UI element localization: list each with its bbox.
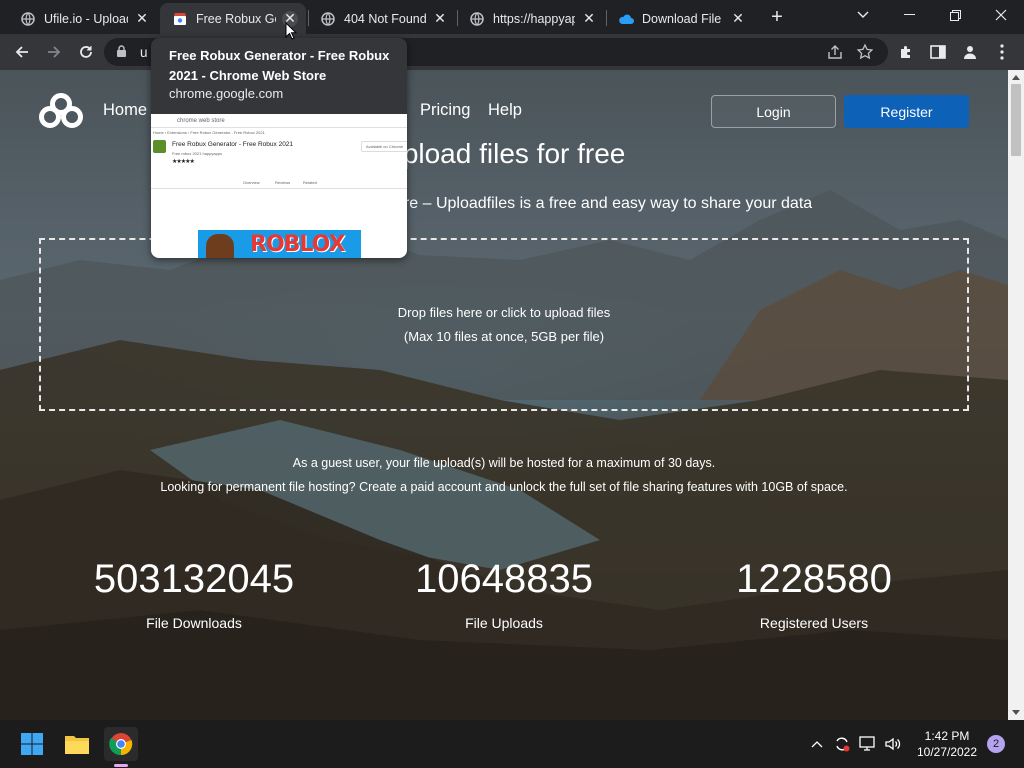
cloud-icon bbox=[618, 11, 634, 27]
windows-taskbar: 1:42 PM 10/27/2022 2 bbox=[0, 720, 1024, 768]
page-scrollbar[interactable] bbox=[1008, 70, 1024, 720]
stat-downloads-value: 503132045 bbox=[93, 557, 295, 601]
dropzone-limits: (Max 10 files at once, 5GB per file) bbox=[403, 329, 605, 344]
tab-title: Free Robux Generator - Free Robux 2021 -… bbox=[196, 11, 276, 26]
tab-title: 404 Not Found bbox=[344, 11, 426, 26]
chrome-web-store-icon bbox=[172, 11, 188, 27]
preview-divider bbox=[151, 188, 407, 189]
preview-divider bbox=[151, 127, 407, 128]
hover-card-title: Free Robux Generator - Free Robux 2021 -… bbox=[169, 48, 390, 83]
close-icon[interactable]: ✕ bbox=[730, 10, 746, 27]
clock-time: 1:42 PM bbox=[924, 729, 970, 743]
back-button[interactable] bbox=[8, 38, 36, 66]
url-text: u bbox=[140, 45, 148, 60]
nav-pricing[interactable]: Pricing bbox=[420, 101, 470, 120]
share-icon[interactable] bbox=[826, 43, 844, 66]
close-window-button[interactable] bbox=[978, 0, 1024, 30]
globe-icon bbox=[320, 11, 336, 27]
taskbar-clock[interactable]: 1:42 PM 10/27/2022 bbox=[912, 728, 982, 760]
clock-date: 10/27/2022 bbox=[916, 745, 978, 759]
preview-character-image bbox=[206, 234, 234, 258]
tab-404[interactable]: 404 Not Found ✕ bbox=[308, 3, 456, 34]
tab-ufile[interactable]: Ufile.io - Upload ✕ bbox=[8, 3, 158, 34]
tab-strip: Ufile.io - Upload ✕ Free Robux Generator… bbox=[0, 0, 1024, 34]
dropzone-instruction: Drop files here or click to upload files bbox=[397, 305, 611, 320]
globe-icon bbox=[469, 11, 485, 27]
preview-tab-overview: Overview bbox=[243, 180, 260, 185]
preview-store-label: chrome web store bbox=[177, 118, 225, 124]
reload-button[interactable] bbox=[72, 38, 100, 66]
ufile-logo[interactable] bbox=[38, 93, 84, 134]
new-tab-button[interactable]: + bbox=[766, 7, 788, 29]
file-explorer-icon[interactable] bbox=[61, 728, 93, 760]
preview-item-title: Free Robux Generator - Free Robux 2021 bbox=[172, 141, 294, 148]
preview-tab-reviews: Reviews bbox=[275, 180, 291, 185]
scroll-down-arrow[interactable] bbox=[1012, 710, 1020, 715]
nav-help[interactable]: Help bbox=[488, 101, 522, 120]
preview-rating-stars: ★★★★★ bbox=[172, 159, 195, 165]
chevron-up-icon[interactable] bbox=[807, 734, 827, 754]
stat-uploads-value: 10648835 bbox=[415, 557, 593, 601]
bookmark-star-icon[interactable] bbox=[856, 43, 874, 66]
nav-home[interactable]: Home bbox=[103, 101, 147, 120]
preview-item-sub: Free robux 2021 happyapps bbox=[172, 151, 223, 156]
hover-card-preview: chrome web store Home › Extensions › Fre… bbox=[151, 114, 407, 258]
stat-users-value: 1228580 bbox=[736, 557, 892, 601]
side-panel-icon[interactable] bbox=[924, 38, 952, 66]
close-icon[interactable]: ✕ bbox=[581, 10, 597, 27]
tab-hover-card: Free Robux Generator - Free Robux 2021 -… bbox=[151, 38, 407, 258]
preview-tab-related: Related bbox=[303, 180, 317, 185]
preview-banner-text: ROBLOX bbox=[250, 232, 346, 257]
chrome-icon[interactable] bbox=[104, 727, 138, 761]
running-indicator bbox=[114, 764, 128, 767]
volume-icon[interactable] bbox=[883, 734, 903, 754]
scrollbar-thumb[interactable] bbox=[1011, 84, 1021, 156]
login-button[interactable]: Login bbox=[711, 95, 836, 128]
preview-breadcrumb: Home › Extensions › Free Robux Generator… bbox=[153, 130, 265, 135]
stat-uploads-label: File Uploads bbox=[465, 615, 543, 631]
close-icon[interactable]: ✕ bbox=[134, 10, 150, 27]
close-icon[interactable]: ✕ bbox=[432, 10, 448, 27]
preview-action-button: Available on Chrome bbox=[361, 141, 407, 152]
register-button[interactable]: Register bbox=[844, 95, 969, 128]
tab-happyapps[interactable]: https://happyapps ✕ bbox=[457, 3, 605, 34]
restore-button[interactable] bbox=[932, 0, 978, 30]
paid-account-notice: Looking for permanent file hosting? Crea… bbox=[160, 480, 848, 494]
hover-card-domain: chrome.google.com bbox=[169, 86, 284, 101]
extensions-icon[interactable] bbox=[892, 38, 920, 66]
profile-icon[interactable] bbox=[956, 38, 984, 66]
forward-button[interactable] bbox=[40, 38, 68, 66]
guest-notice: As a guest user, your file upload(s) wil… bbox=[292, 456, 716, 470]
notification-badge[interactable]: 2 bbox=[987, 735, 1005, 753]
preview-extension-icon bbox=[153, 140, 166, 153]
tab-title: https://happyapps bbox=[493, 11, 575, 26]
globe-icon bbox=[20, 11, 36, 27]
windows-start-icon[interactable] bbox=[16, 728, 48, 760]
sync-icon[interactable] bbox=[832, 734, 852, 754]
tab-download-file[interactable]: Download File ✕ bbox=[606, 3, 754, 34]
mouse-cursor-icon bbox=[285, 22, 297, 40]
scroll-up-arrow[interactable] bbox=[1012, 75, 1020, 80]
menu-kebab-icon[interactable] bbox=[988, 38, 1016, 66]
tab-search-button[interactable] bbox=[840, 0, 886, 30]
minimize-button[interactable] bbox=[886, 0, 932, 30]
lock-icon[interactable] bbox=[116, 45, 127, 63]
network-icon[interactable] bbox=[858, 734, 878, 754]
stat-downloads-label: File Downloads bbox=[146, 615, 242, 631]
preview-roblox-banner: ROBLOX bbox=[198, 230, 361, 258]
upload-dropzone[interactable]: Drop files here or click to upload files… bbox=[39, 238, 969, 411]
tab-title: Download File bbox=[642, 11, 722, 26]
stat-users-label: Registered Users bbox=[759, 615, 869, 631]
tab-title: Ufile.io - Upload bbox=[44, 11, 128, 26]
